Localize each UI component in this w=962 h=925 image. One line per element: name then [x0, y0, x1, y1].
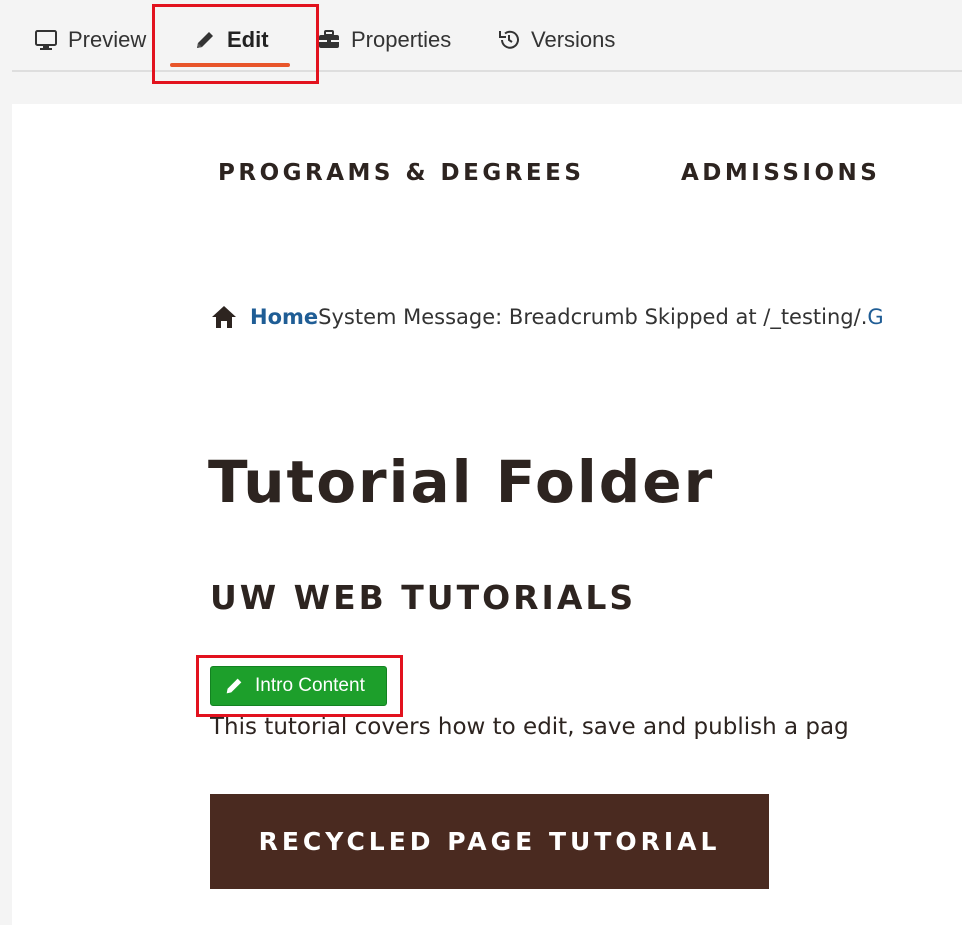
breadcrumb-truncated-link[interactable]: G: [867, 305, 883, 329]
history-icon: [497, 28, 521, 52]
edit-tab-highlight: [152, 4, 319, 84]
tab-versions-label: Versions: [531, 27, 616, 52]
nav-programs-degrees[interactable]: PROGRAMS & DEGREES: [218, 160, 584, 186]
tab-preview[interactable]: Preview: [34, 22, 146, 58]
tab-preview-label: Preview: [68, 27, 147, 52]
page-subtitle: UW WEB TUTORIALS: [210, 578, 637, 617]
tab-properties[interactable]: Properties: [317, 22, 451, 58]
intro-paragraph: This tutorial covers how to edit, save a…: [210, 714, 849, 740]
home-icon[interactable]: [210, 304, 238, 330]
monitor-icon: [34, 28, 58, 52]
breadcrumb: Home System Message: Breadcrumb Skipped a…: [210, 302, 962, 332]
breadcrumb-system-message: System Message: Breadcrumb Skipped at /_…: [318, 305, 868, 329]
tab-versions[interactable]: Versions: [497, 22, 615, 58]
tab-properties-label: Properties: [351, 27, 452, 52]
toolbox-icon: [317, 28, 341, 52]
intro-content-highlight: [196, 655, 403, 717]
recycled-page-tutorial-button[interactable]: RECYCLED PAGE TUTORIAL: [210, 794, 769, 889]
page-title: Tutorial Folder: [208, 448, 715, 516]
editor-toolbar: Preview Edit Properties Versions: [0, 0, 962, 70]
breadcrumb-home-link[interactable]: Home: [250, 305, 318, 329]
nav-admissions[interactable]: ADMISSIONS: [681, 160, 880, 186]
